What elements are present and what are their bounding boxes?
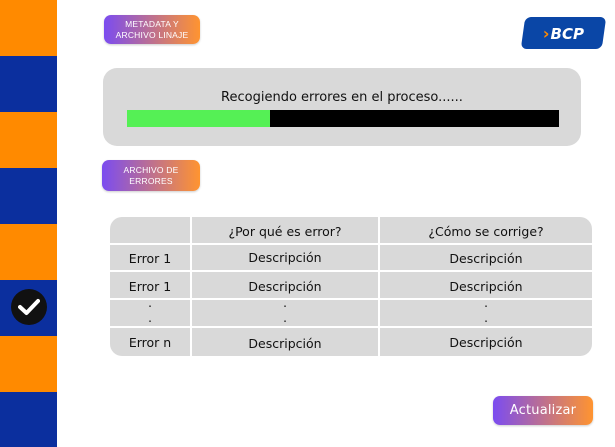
table-cell-error: Error n [128, 335, 172, 350]
table-cell-ellipsis: . [283, 296, 287, 310]
bcp-logo: › BCP [520, 17, 607, 49]
stepper-step-2[interactable] [0, 56, 57, 112]
table-header-how: ¿Cómo se corrige? [428, 224, 544, 239]
progress-bar-fill [127, 110, 270, 127]
stepper-step-3[interactable] [0, 112, 57, 168]
stepper-step-7[interactable] [0, 336, 57, 392]
stepper-step-6[interactable] [0, 280, 57, 336]
actualizar-label: Actualizar [509, 403, 577, 418]
actualizar-button[interactable]: Actualizar [493, 396, 593, 425]
bcp-chevron-icon: › [542, 23, 550, 43]
check-circle-icon [11, 289, 47, 325]
table-header-why: ¿Por qué es error? [228, 224, 342, 239]
archivo-errores-label: ARCHIVO DE ERRORES [123, 164, 179, 186]
table-cell-why: Descripción [248, 250, 322, 265]
bcp-logo-text: BCP [550, 24, 585, 42]
stepper-step-8[interactable] [0, 392, 57, 447]
table-cell-error: Error 1 [128, 251, 172, 266]
metadata-linaje-button[interactable]: METADATA Y ARCHIVO LINAJE [104, 15, 200, 44]
stepper-step-5[interactable] [0, 224, 57, 280]
left-stepper [0, 0, 57, 447]
errors-table: ¿Por qué es error? ¿Cómo se corrige? Err… [110, 217, 592, 356]
stepper-step-1[interactable] [0, 0, 57, 56]
table-divider [110, 243, 592, 245]
progress-label: Recogiendo errores en el proceso...... [221, 90, 463, 105]
table-cell-ellipsis: . [148, 311, 152, 325]
progress-bar [127, 110, 559, 127]
table-divider [110, 270, 592, 272]
table-cell-why: Descripción [248, 279, 322, 294]
table-divider [110, 326, 592, 328]
table-cell-ellipsis: . [148, 296, 152, 310]
table-cell-how: Descripción [449, 279, 523, 294]
page: METADATA Y ARCHIVO LINAJE › BCP Recogien… [0, 0, 615, 447]
table-cell-how: Descripción [449, 335, 523, 350]
table-cell-ellipsis: . [484, 311, 488, 325]
table-cell-why: Descripción [248, 336, 322, 351]
table-cell-ellipsis: . [283, 311, 287, 325]
stepper-step-4[interactable] [0, 168, 57, 224]
table-cell-error: Error 1 [128, 279, 172, 294]
metadata-linaje-label: METADATA Y ARCHIVO LINAJE [115, 18, 189, 40]
table-cell-how: Descripción [449, 251, 523, 266]
table-cell-ellipsis: . [484, 296, 488, 310]
progress-panel: Recogiendo errores en el proceso...... [103, 68, 581, 146]
archivo-errores-button[interactable]: ARCHIVO DE ERRORES [102, 160, 200, 191]
